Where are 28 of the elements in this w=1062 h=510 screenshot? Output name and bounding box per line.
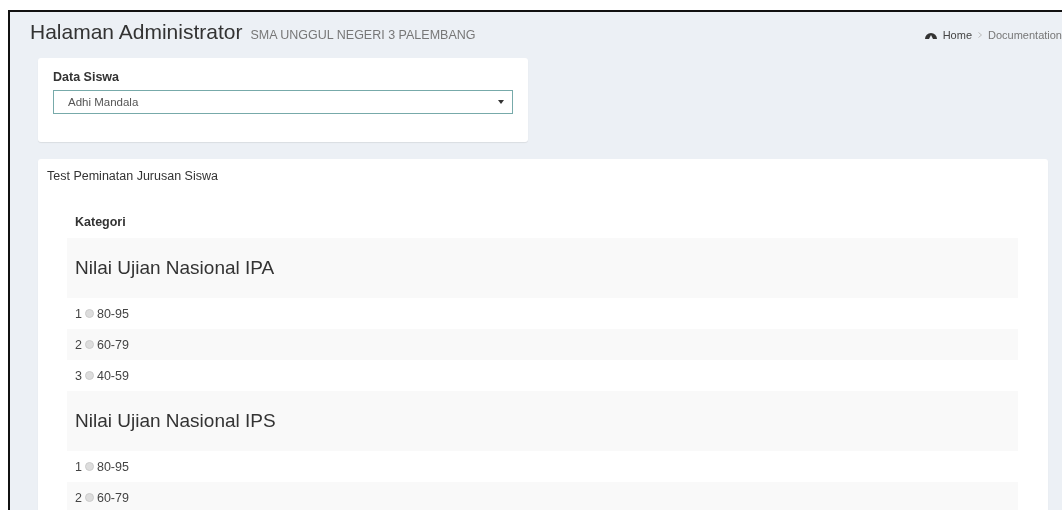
- radio-button[interactable]: [84, 309, 94, 318]
- page-subtitle: SMA UNGGUL NEGERI 3 PALEMBANG: [250, 28, 476, 42]
- page-title: Halaman Administrator: [30, 20, 243, 44]
- option-label: 80-95: [96, 306, 129, 321]
- option-label: 60-79: [96, 337, 129, 352]
- field-label: Data Siswa: [53, 70, 120, 84]
- dashboard-icon: [924, 30, 937, 39]
- option-label: 60-79: [96, 490, 129, 505]
- category-heading: Nilai Ujian Nasional IPS: [67, 391, 1018, 451]
- student-dropdown[interactable]: Adhi Mandala: [53, 90, 513, 114]
- breadcrumb-link[interactable]: Home: [942, 28, 972, 41]
- option-number: 1: [75, 459, 82, 474]
- chevron-icon: [978, 31, 982, 38]
- breadcrumb-link[interactable]: Documentation: [988, 28, 1062, 41]
- option-number: 2: [75, 337, 82, 352]
- option-number: 3: [75, 368, 82, 383]
- caret-icon: [498, 100, 504, 104]
- option-label: 40-59: [96, 368, 129, 383]
- card-title: Test Peminatan Jurusan Siswa: [46, 169, 219, 185]
- column-header: Kategori: [74, 214, 127, 231]
- category-heading: Nilai Ujian Nasional IPA: [67, 238, 1018, 298]
- radio-button[interactable]: [84, 462, 94, 471]
- option-number: 2: [75, 490, 82, 505]
- radio-button[interactable]: [84, 371, 94, 380]
- radio-button[interactable]: [84, 493, 94, 502]
- option-label: 80-95: [96, 459, 129, 474]
- radio-button[interactable]: [84, 340, 94, 349]
- option-number: 1: [75, 306, 82, 321]
